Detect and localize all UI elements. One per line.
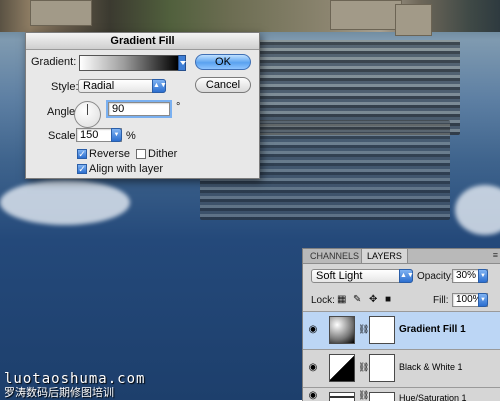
eye-icon[interactable]: ◉ xyxy=(306,389,320,401)
layer-row[interactable]: ◉ ⛓ Hue/Saturation 1 xyxy=(303,387,500,401)
dialog-title: Gradient Fill xyxy=(26,33,259,50)
tab-channels[interactable]: CHANNELS xyxy=(305,249,364,263)
layers-panel: CHANNELS LAYERS ≡ Soft Light ▲▼ Opacity:… xyxy=(302,248,500,401)
eye-icon[interactable]: ◉ xyxy=(306,323,320,337)
reverse-label: Reverse xyxy=(89,148,130,160)
gradient-label: Gradient: xyxy=(31,56,77,68)
gradient-fill-dialog: Gradient Fill Gradient: Style: Radial ▲▼… xyxy=(25,32,260,179)
cancel-button[interactable]: Cancel xyxy=(195,77,251,93)
angle-unit: ° xyxy=(176,101,181,113)
gradient-thumbnail xyxy=(329,316,355,344)
watermark-url: luotaoshuma.com xyxy=(4,371,146,387)
scale-input[interactable]: 150 ▼ xyxy=(76,128,122,142)
chevron-updown-icon: ▲▼ xyxy=(152,79,167,93)
lock-label: Lock: xyxy=(311,295,335,306)
watermark: luotaoshuma.com 罗涛数码后期修图培训 xyxy=(4,372,145,399)
castle-tower xyxy=(30,0,92,26)
lock-transparent-icon[interactable]: ▦ xyxy=(337,294,346,305)
ok-button[interactable]: OK xyxy=(195,54,251,70)
angle-dial[interactable] xyxy=(74,101,101,128)
fill-label: Fill: xyxy=(433,295,449,306)
scale-unit: % xyxy=(126,130,136,142)
gradient-picker[interactable] xyxy=(79,55,179,71)
cloud-reflection xyxy=(455,185,500,235)
reverse-checkbox[interactable]: ✓ xyxy=(77,149,87,159)
mask-thumbnail[interactable] xyxy=(369,316,395,344)
dither-label: Dither xyxy=(148,148,178,160)
opacity-input[interactable]: 30% ▼ xyxy=(452,269,488,283)
eye-icon[interactable]: ◉ xyxy=(306,361,320,375)
style-label: Style: xyxy=(51,81,79,93)
tab-layers[interactable]: LAYERS xyxy=(361,249,408,263)
align-with-layer-label: Align with layer xyxy=(89,163,163,175)
chevron-down-icon[interactable]: ▼ xyxy=(478,269,488,283)
lock-icon[interactable]: ■ xyxy=(385,294,391,305)
chevron-down-icon[interactable]: ▼ xyxy=(111,128,122,142)
gradient-dropdown-arrow-icon[interactable] xyxy=(178,55,186,71)
style-value: Radial xyxy=(83,80,115,92)
move-icon[interactable]: ✥ xyxy=(369,294,377,305)
angle-input[interactable]: 90 xyxy=(106,100,172,118)
dither-checkbox[interactable] xyxy=(136,149,146,159)
layer-row[interactable]: ◉ ⛓ Black & White 1 xyxy=(303,349,500,387)
panel-tabs: CHANNELS LAYERS ≡ xyxy=(303,249,500,264)
mask-thumbnail[interactable] xyxy=(369,354,395,382)
castle-tower xyxy=(395,4,432,36)
chevron-updown-icon: ▲▼ xyxy=(399,269,414,283)
brush-icon[interactable]: ✎ xyxy=(353,294,361,305)
castle-tower xyxy=(330,0,402,30)
chain-link-icon[interactable]: ⛓ xyxy=(358,362,369,373)
layer-row[interactable]: ◉ ⛓ Gradient Fill 1 xyxy=(303,311,500,349)
blend-mode-select[interactable]: Soft Light ▲▼ xyxy=(311,269,414,283)
watermark-caption: 罗涛数码后期修图培训 xyxy=(4,386,114,399)
blend-mode-value: Soft Light xyxy=(316,270,363,282)
chain-link-icon[interactable]: ⛓ xyxy=(358,390,369,401)
opacity-label: Opacity: xyxy=(417,271,454,282)
chevron-down-icon[interactable]: ▼ xyxy=(478,293,488,307)
scale-label: Scale: xyxy=(48,130,79,142)
layer-name: Black & White 1 xyxy=(399,362,463,372)
layer-name: Gradient Fill 1 xyxy=(399,324,466,335)
panel-menu-icon[interactable]: ≡ xyxy=(493,250,498,260)
chain-link-icon[interactable]: ⛓ xyxy=(358,324,369,335)
opacity-value: 30% xyxy=(456,270,477,281)
adjustment-thumbnail xyxy=(329,354,355,382)
scale-value: 150 xyxy=(80,129,99,141)
fill-input[interactable]: 100% ▼ xyxy=(452,293,488,307)
align-with-layer-checkbox[interactable]: ✓ xyxy=(77,164,87,174)
style-select[interactable]: Radial ▲▼ xyxy=(78,79,167,93)
cloud-reflection xyxy=(0,180,130,225)
